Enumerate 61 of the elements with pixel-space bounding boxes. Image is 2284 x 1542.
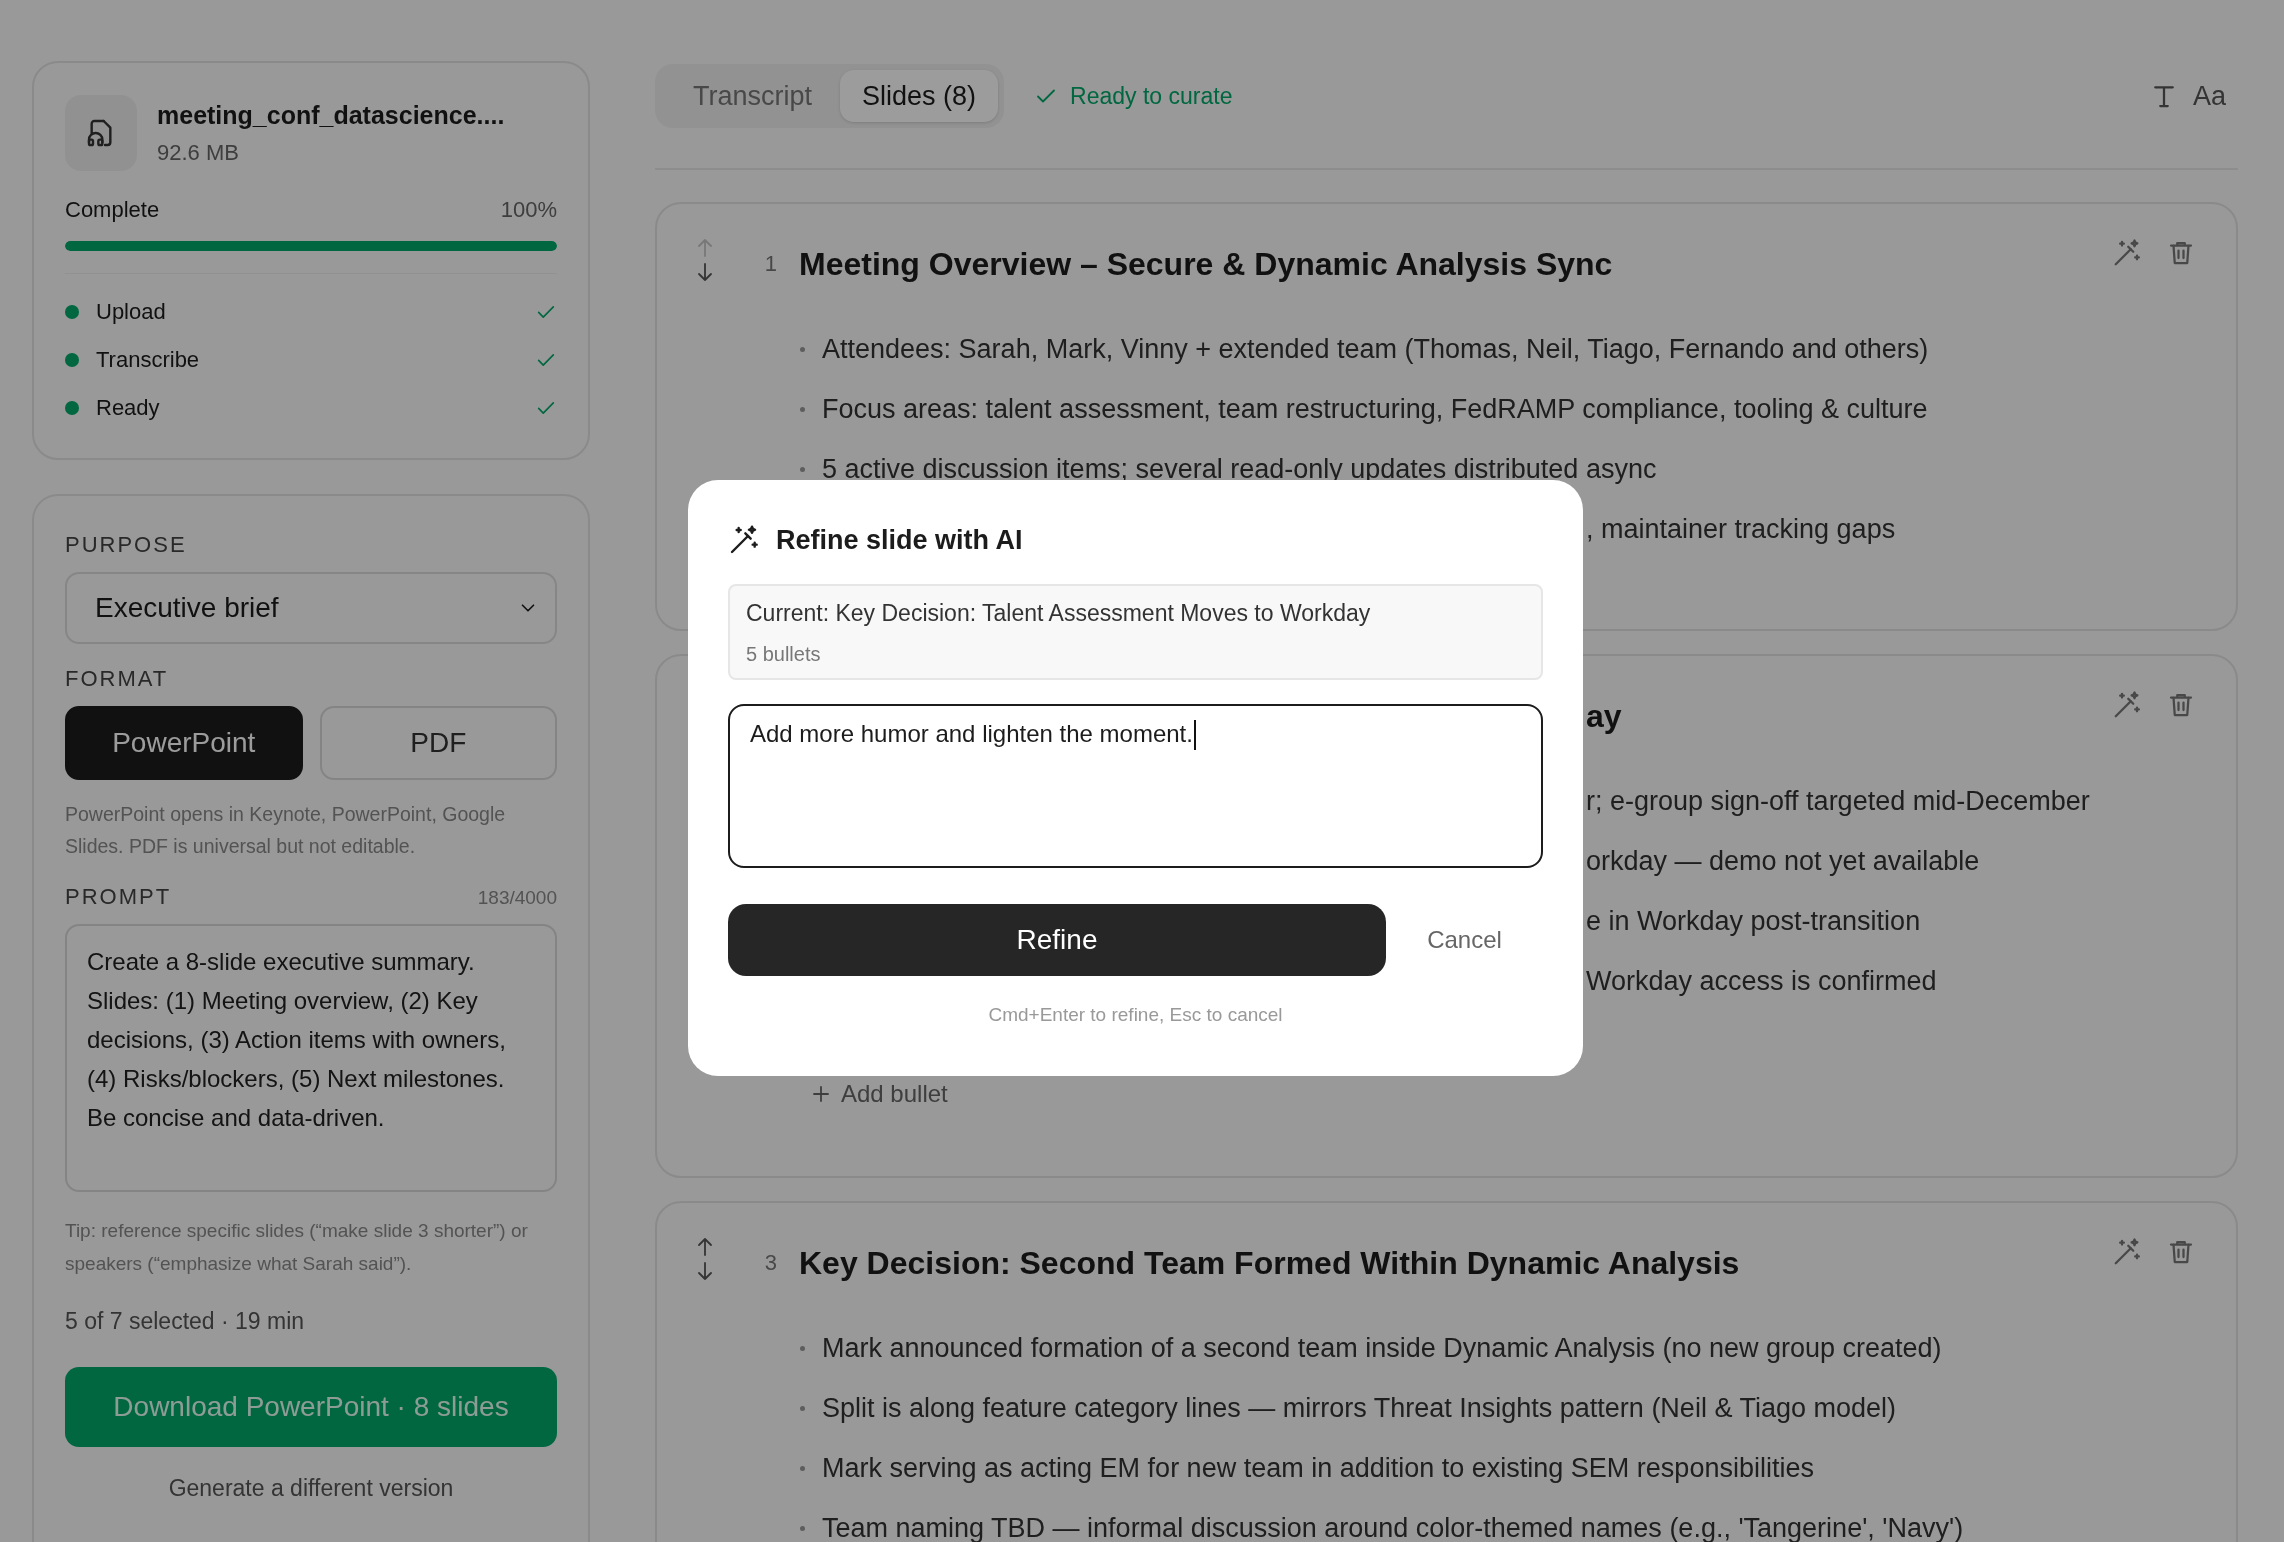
slide-title: ay [1586,697,1623,736]
bullet-dot [800,406,805,412]
dialog-title: Refine slide with AI [776,524,1023,556]
progress-label: Complete [65,197,160,223]
add-bullet-button[interactable]: Add bullet [813,1080,948,1108]
prompt-field[interactable]: Create a 8-slide executive summary. Slides: (1) Meeting overview, (2) Key decisions, (3) Action items with owners, (4) Risks/blockers, (5) Next milestones. Be concise and data-driven. [65,924,557,1192]
refine-input-field[interactable]: Add more humor and lighten the moment. [728,704,1543,868]
bullet-text: Mark serving as acting EM for new team in addition to existing SEM responsibilities [822,1452,1814,1484]
magic-wand-icon [728,524,760,556]
status-text: Ready to curate [1070,82,1233,110]
format-help-text: PowerPoint opens in Keynote, PowerPoint, Google Slides. PDF is universal but not editable. [65,802,507,859]
section-label: PURPOSE [65,532,188,558]
bullet-dot [800,346,805,352]
text-cursor [1193,720,1196,750]
keyboard-hint: Cmd+Enter to refine, Esc to cancel [987,1004,1284,1026]
bullet-text: Focus areas: talent assessment, team restructuring, FedRAMP compliance, tooling & culture [822,393,1928,425]
bullet-text: Team naming TBD — informal discussion around color-themed names (e.g., 'Tangerine', 'Navy') [822,1512,1964,1542]
slide-title: Meeting Overview – Secure & Dynamic Analysis Sync [799,245,1614,284]
step-label: Transcribe [96,347,201,373]
bullet-text: orkday — demo not yet available [1586,845,1980,877]
file-name: meeting_conf_datascience.... [157,100,505,130]
slide-number: 3 [763,1249,777,1277]
view-tab[interactable]: Transcript [671,70,835,122]
font-size-button[interactable]: Aa [2192,80,2226,112]
bullet-dot [800,1525,805,1531]
bullet-text: r; e-group sign-off targeted mid-December [1586,785,2090,817]
bullet-text: Attendees: Sarah, Mark, Vinny + extended team (Thomas, Neil, Tiago, Fernando and others) [822,333,1929,365]
bullet-text: Split is along feature category lines — mirrors Threat Insights pattern (Neil & Tiago model) [822,1392,1896,1424]
slide-number: 1 [763,250,777,278]
bullet-dot [800,1405,805,1411]
magic-wand-icon[interactable] [2112,1237,2142,1267]
format-option[interactable]: PDF [319,706,557,780]
character-count: 183/4000 [477,887,557,909]
cancel-button[interactable]: Cancel [1386,926,1543,954]
refine-button[interactable]: Refine [728,904,1386,976]
selection-summary: 5 of 7 selected · 19 min [65,1308,306,1335]
plus-icon [813,1086,829,1102]
regenerate-link[interactable]: Generate a different version [65,1475,557,1502]
bullet-text: Mark announced formation of a second team inside Dynamic Analysis (no new group created) [822,1332,1942,1364]
bullet-dot [800,1465,805,1471]
bullet-text: e in Workday post-transition [1586,905,1921,937]
bullet-text: 5 active discussion items; several read-only updates distributed async [822,453,1657,485]
slide-title: Key Decision: Second Team Formed Within Dynamic Analysis [799,1244,1741,1283]
file-size: 92.6 MB [157,139,240,166]
current-slide-title: Current: Key Decision: Talent Assessment Moves to Workday [746,600,1372,627]
magic-wand-icon[interactable] [2112,238,2142,268]
purpose-dropdown[interactable]: Executive brief [65,572,557,644]
tip-text: Tip: reference specific slides (“make slide 3 shorter”) or speakers (“emphasize what Sarah said”). [65,1219,529,1276]
format-option[interactable]: PowerPoint [65,706,303,780]
view-tab[interactable]: Slides (8) [840,70,999,122]
section-label: PROMPT [65,884,172,910]
step-label: Ready [96,395,161,421]
bullet-dot [800,1345,805,1351]
bullet-text: , maintainer tracking gaps [1586,513,1896,545]
magic-wand-icon[interactable] [2112,690,2142,720]
bullet-dot [800,466,805,472]
progress-percent: 100% [500,197,557,223]
step-label: Upload [96,299,167,325]
section-label: FORMAT [65,666,170,692]
bullet-count: 5 bullets [746,643,822,666]
bullet-text: Workday access is confirmed [1586,965,1937,997]
